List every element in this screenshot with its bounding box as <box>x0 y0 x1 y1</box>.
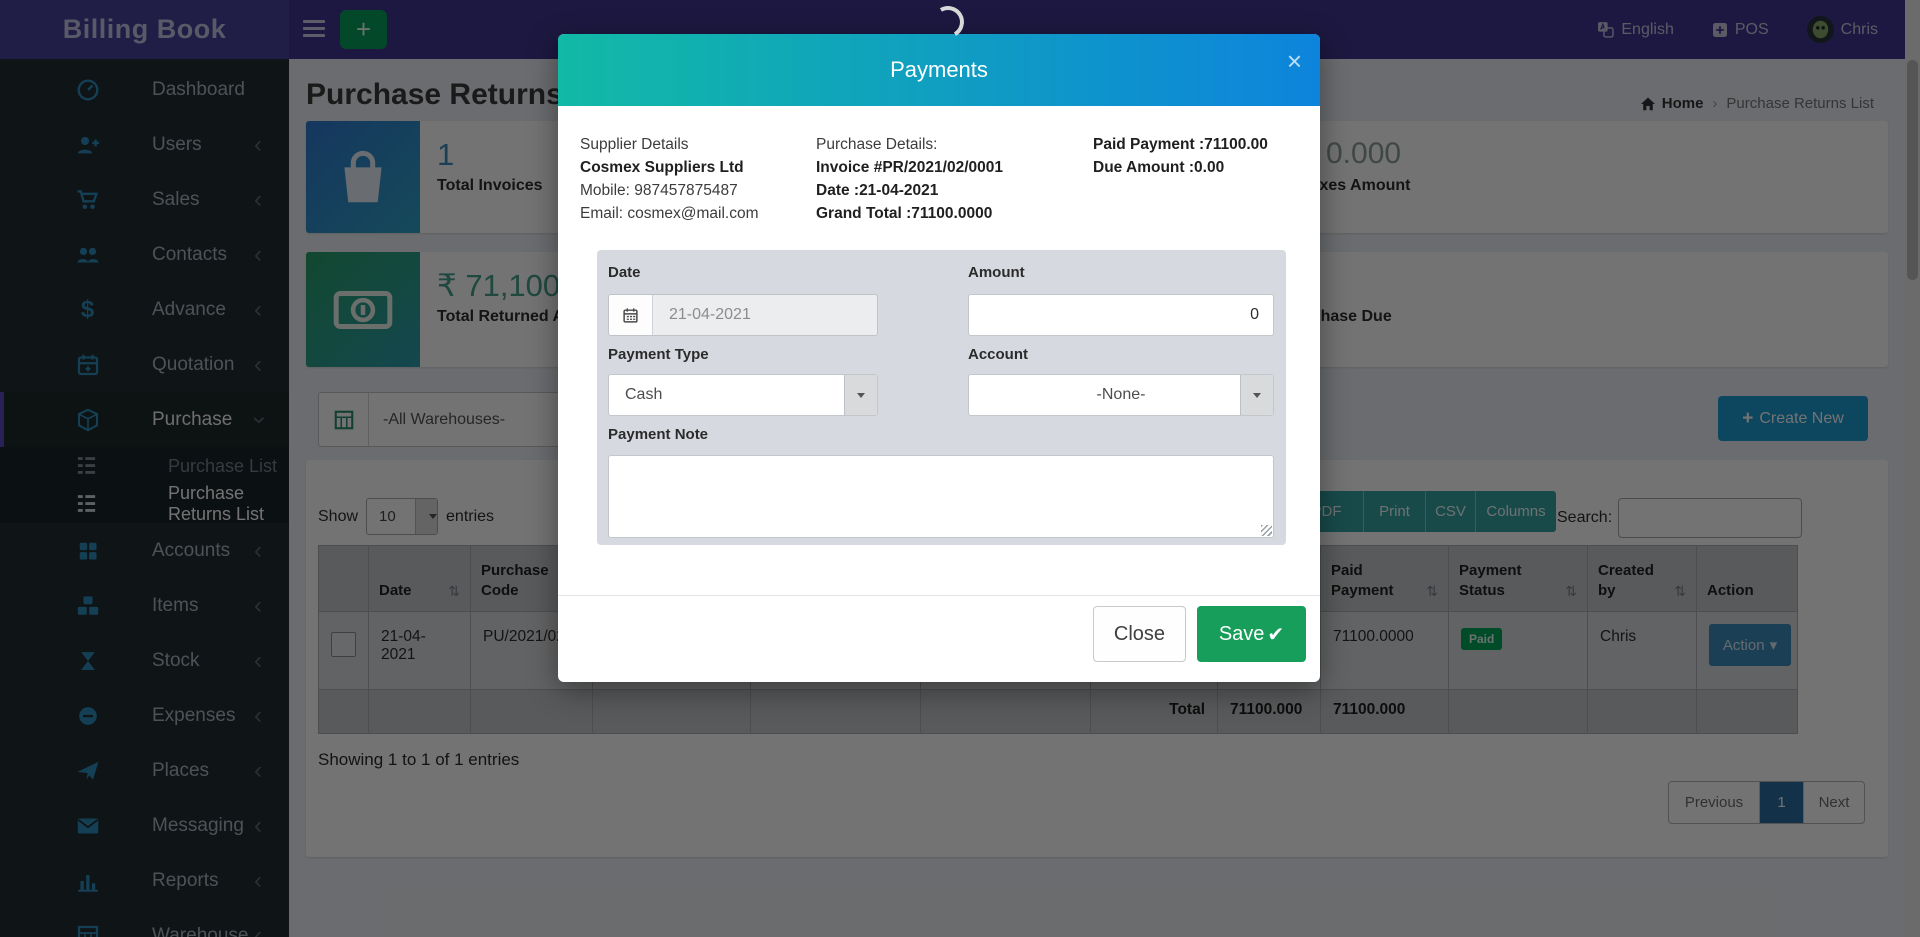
close-button[interactable]: Close <box>1093 606 1186 662</box>
date-label: Date <box>608 264 641 281</box>
account-select[interactable]: -None- <box>968 374 1274 416</box>
chevron-down-icon <box>1240 375 1273 415</box>
payment-type-select[interactable]: Cash <box>608 374 878 416</box>
payments-modal: Payments × Supplier Details Cosmex Suppl… <box>558 34 1320 682</box>
payment-form: Date 21-04-2021 Amount Payment Type Cash… <box>597 250 1286 545</box>
amount-label: Amount <box>968 264 1025 281</box>
account-label: Account <box>968 346 1028 363</box>
check-icon: ✔ <box>1267 622 1284 647</box>
chevron-down-icon <box>844 375 877 415</box>
amount-input[interactable] <box>968 294 1274 336</box>
date-input[interactable]: 21-04-2021 <box>608 294 878 336</box>
supplier-details: Supplier Details Cosmex Suppliers Ltd Mo… <box>580 133 759 225</box>
payment-summary: Paid Payment :71100.00 Due Amount :0.00 <box>1093 133 1268 179</box>
calendar-icon <box>609 295 653 335</box>
payment-note-textarea[interactable] <box>608 455 1274 538</box>
resize-grip[interactable] <box>1261 525 1272 536</box>
close-icon[interactable]: × <box>1287 48 1302 74</box>
payment-note-label: Payment Note <box>608 426 708 443</box>
payment-type-label: Payment Type <box>608 346 709 363</box>
modal-title: Payments <box>890 57 988 83</box>
modal-header: Payments <box>558 34 1320 106</box>
modal-footer: Close Save✔ <box>558 595 1320 682</box>
save-button[interactable]: Save✔ <box>1197 606 1306 662</box>
purchase-details: Purchase Details: Invoice #PR/2021/02/00… <box>816 133 1003 225</box>
